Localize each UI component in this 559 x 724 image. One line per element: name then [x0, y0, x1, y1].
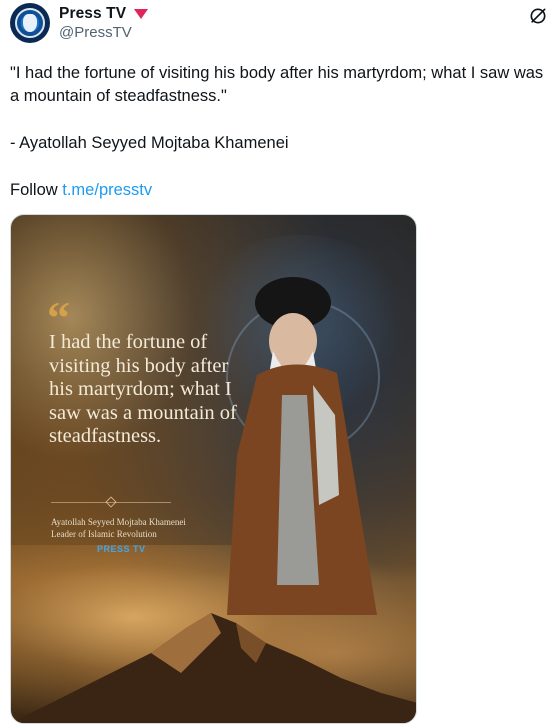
avatar[interactable]: [10, 3, 50, 43]
tweet-quote: "I had the fortune of visiting his body …: [10, 64, 544, 105]
user-handle[interactable]: @PressTV: [59, 24, 132, 41]
presstv-logo-icon: [23, 14, 37, 32]
media-image[interactable]: “ I had the fortune of visiting his body…: [10, 214, 417, 724]
tweet-attribution: - Ayatollah Seyyed Mojtaba Khamenei: [10, 134, 289, 152]
presstv-watermark: PRESS TV: [97, 544, 146, 554]
author-name-row[interactable]: Press TV: [59, 3, 149, 25]
grok-icon[interactable]: [528, 6, 548, 26]
card-role: Leader of Islamic Revolution: [51, 529, 157, 539]
follow-line: Follow t.me/presstv: [10, 179, 550, 202]
cleric-figure: [227, 277, 377, 615]
card-quote: I had the fortune of visiting his body a…: [49, 331, 237, 447]
follow-prefix: Follow: [10, 181, 63, 199]
divider-ornament: [105, 496, 117, 508]
mountain: [11, 613, 416, 723]
tweet-text: "I had the fortune of visiting his body …: [10, 62, 550, 202]
display-name[interactable]: Press TV: [59, 5, 126, 23]
affiliation-badge-icon: [134, 9, 149, 19]
card-author: Ayatollah Seyyed Mojtaba Khamenei: [51, 517, 186, 527]
tweet-post: Press TV @PressTV "I had the fortune of …: [0, 0, 559, 724]
telegram-link[interactable]: t.me/presstv: [62, 181, 152, 199]
